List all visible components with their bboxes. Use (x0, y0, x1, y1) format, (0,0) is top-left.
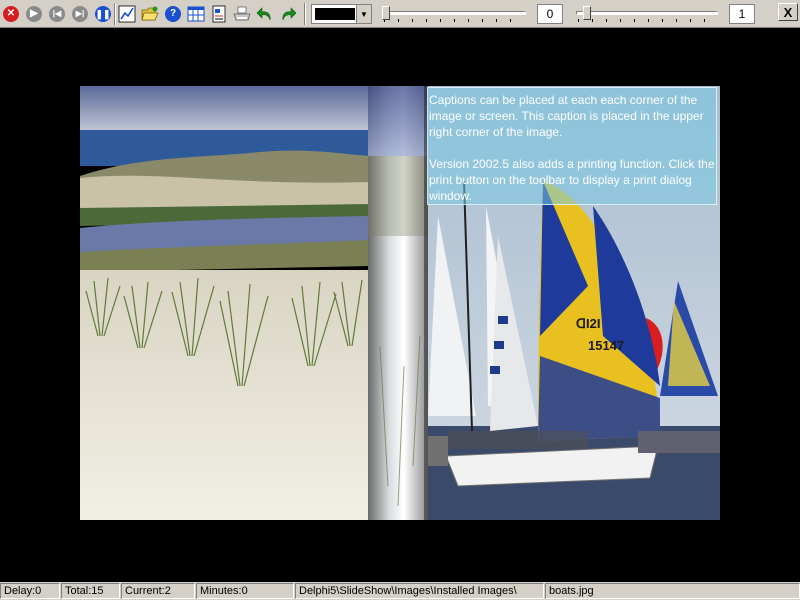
status-filename: boats.jpg (545, 583, 800, 599)
document-icon (212, 5, 226, 23)
thumbnails-button[interactable] (186, 4, 206, 24)
play-button[interactable]: ▶ (24, 4, 44, 24)
caption-paragraph: Version 2002.5 also adds a printing func… (429, 157, 715, 203)
play-icon: ▶ (26, 6, 42, 22)
close-icon: X (783, 4, 793, 20)
grid-icon (187, 6, 205, 22)
printer-icon (233, 6, 251, 21)
undo-button[interactable] (255, 4, 275, 24)
close-button[interactable]: X (778, 3, 798, 21)
slider-ticks (578, 19, 716, 22)
pause-icon: ❚❚ (95, 6, 111, 22)
color-swatch (315, 8, 355, 20)
previous-button[interactable]: |◀ (47, 4, 67, 24)
pause-button[interactable]: ❚❚ (93, 4, 113, 24)
status-delay: Delay:0 (0, 583, 60, 599)
toolbar-separator (304, 3, 306, 25)
status-minutes: Minutes:0 (196, 583, 294, 599)
slider-thumb[interactable] (382, 6, 390, 20)
status-total: Total:15 (61, 583, 120, 599)
next-button[interactable]: ▶| (70, 4, 90, 24)
beach-dunes-image (80, 86, 370, 520)
status-current: Current:2 (121, 583, 195, 599)
chart-icon (118, 5, 136, 23)
help-button[interactable]: ? (163, 4, 183, 24)
delay-value: 0 (537, 4, 563, 24)
chevron-down-icon[interactable]: ▼ (356, 5, 371, 23)
toolbar: ✕ ▶ |◀ ▶| ❚❚ ? ▼ 0 1 X (0, 0, 800, 28)
slider-thumb[interactable] (582, 6, 591, 20)
redo-icon (282, 7, 297, 21)
stop-button[interactable]: ✕ (1, 4, 21, 24)
open-folder-button[interactable] (140, 4, 160, 24)
slider-track (576, 11, 718, 15)
transition-value: 1 (729, 4, 755, 24)
background-color-select[interactable]: ▼ (311, 4, 372, 24)
slide-caption: Captions can be placed at each each corn… (427, 87, 717, 205)
caption-paragraph: Captions can be placed at each each corn… (429, 93, 704, 139)
print-button[interactable] (232, 4, 252, 24)
redo-button[interactable] (278, 4, 298, 24)
help-icon: ? (165, 6, 181, 22)
toolbar-separator (114, 3, 116, 25)
slider-track (382, 11, 526, 15)
svg-text:15147: 15147 (588, 338, 624, 353)
slider-ticks (384, 19, 524, 22)
undo-icon (256, 7, 271, 21)
svg-text:ᗡI2I: ᗡI2I (576, 316, 600, 331)
skip-back-icon: |◀ (49, 6, 65, 22)
transition-slider[interactable] (572, 4, 722, 24)
status-bar: Delay:0 Total:15 Current:2 Minutes:0 Del… (0, 582, 800, 600)
stop-icon: ✕ (3, 6, 19, 22)
effects-button[interactable] (117, 4, 137, 24)
page-curl-effect (368, 86, 428, 520)
status-path: Delphi5\SlideShow\Images\Installed Image… (295, 583, 544, 599)
folder-open-icon (141, 6, 159, 21)
skip-forward-icon: ▶| (72, 6, 88, 22)
delay-slider[interactable] (378, 4, 530, 24)
properties-button[interactable] (209, 4, 229, 24)
